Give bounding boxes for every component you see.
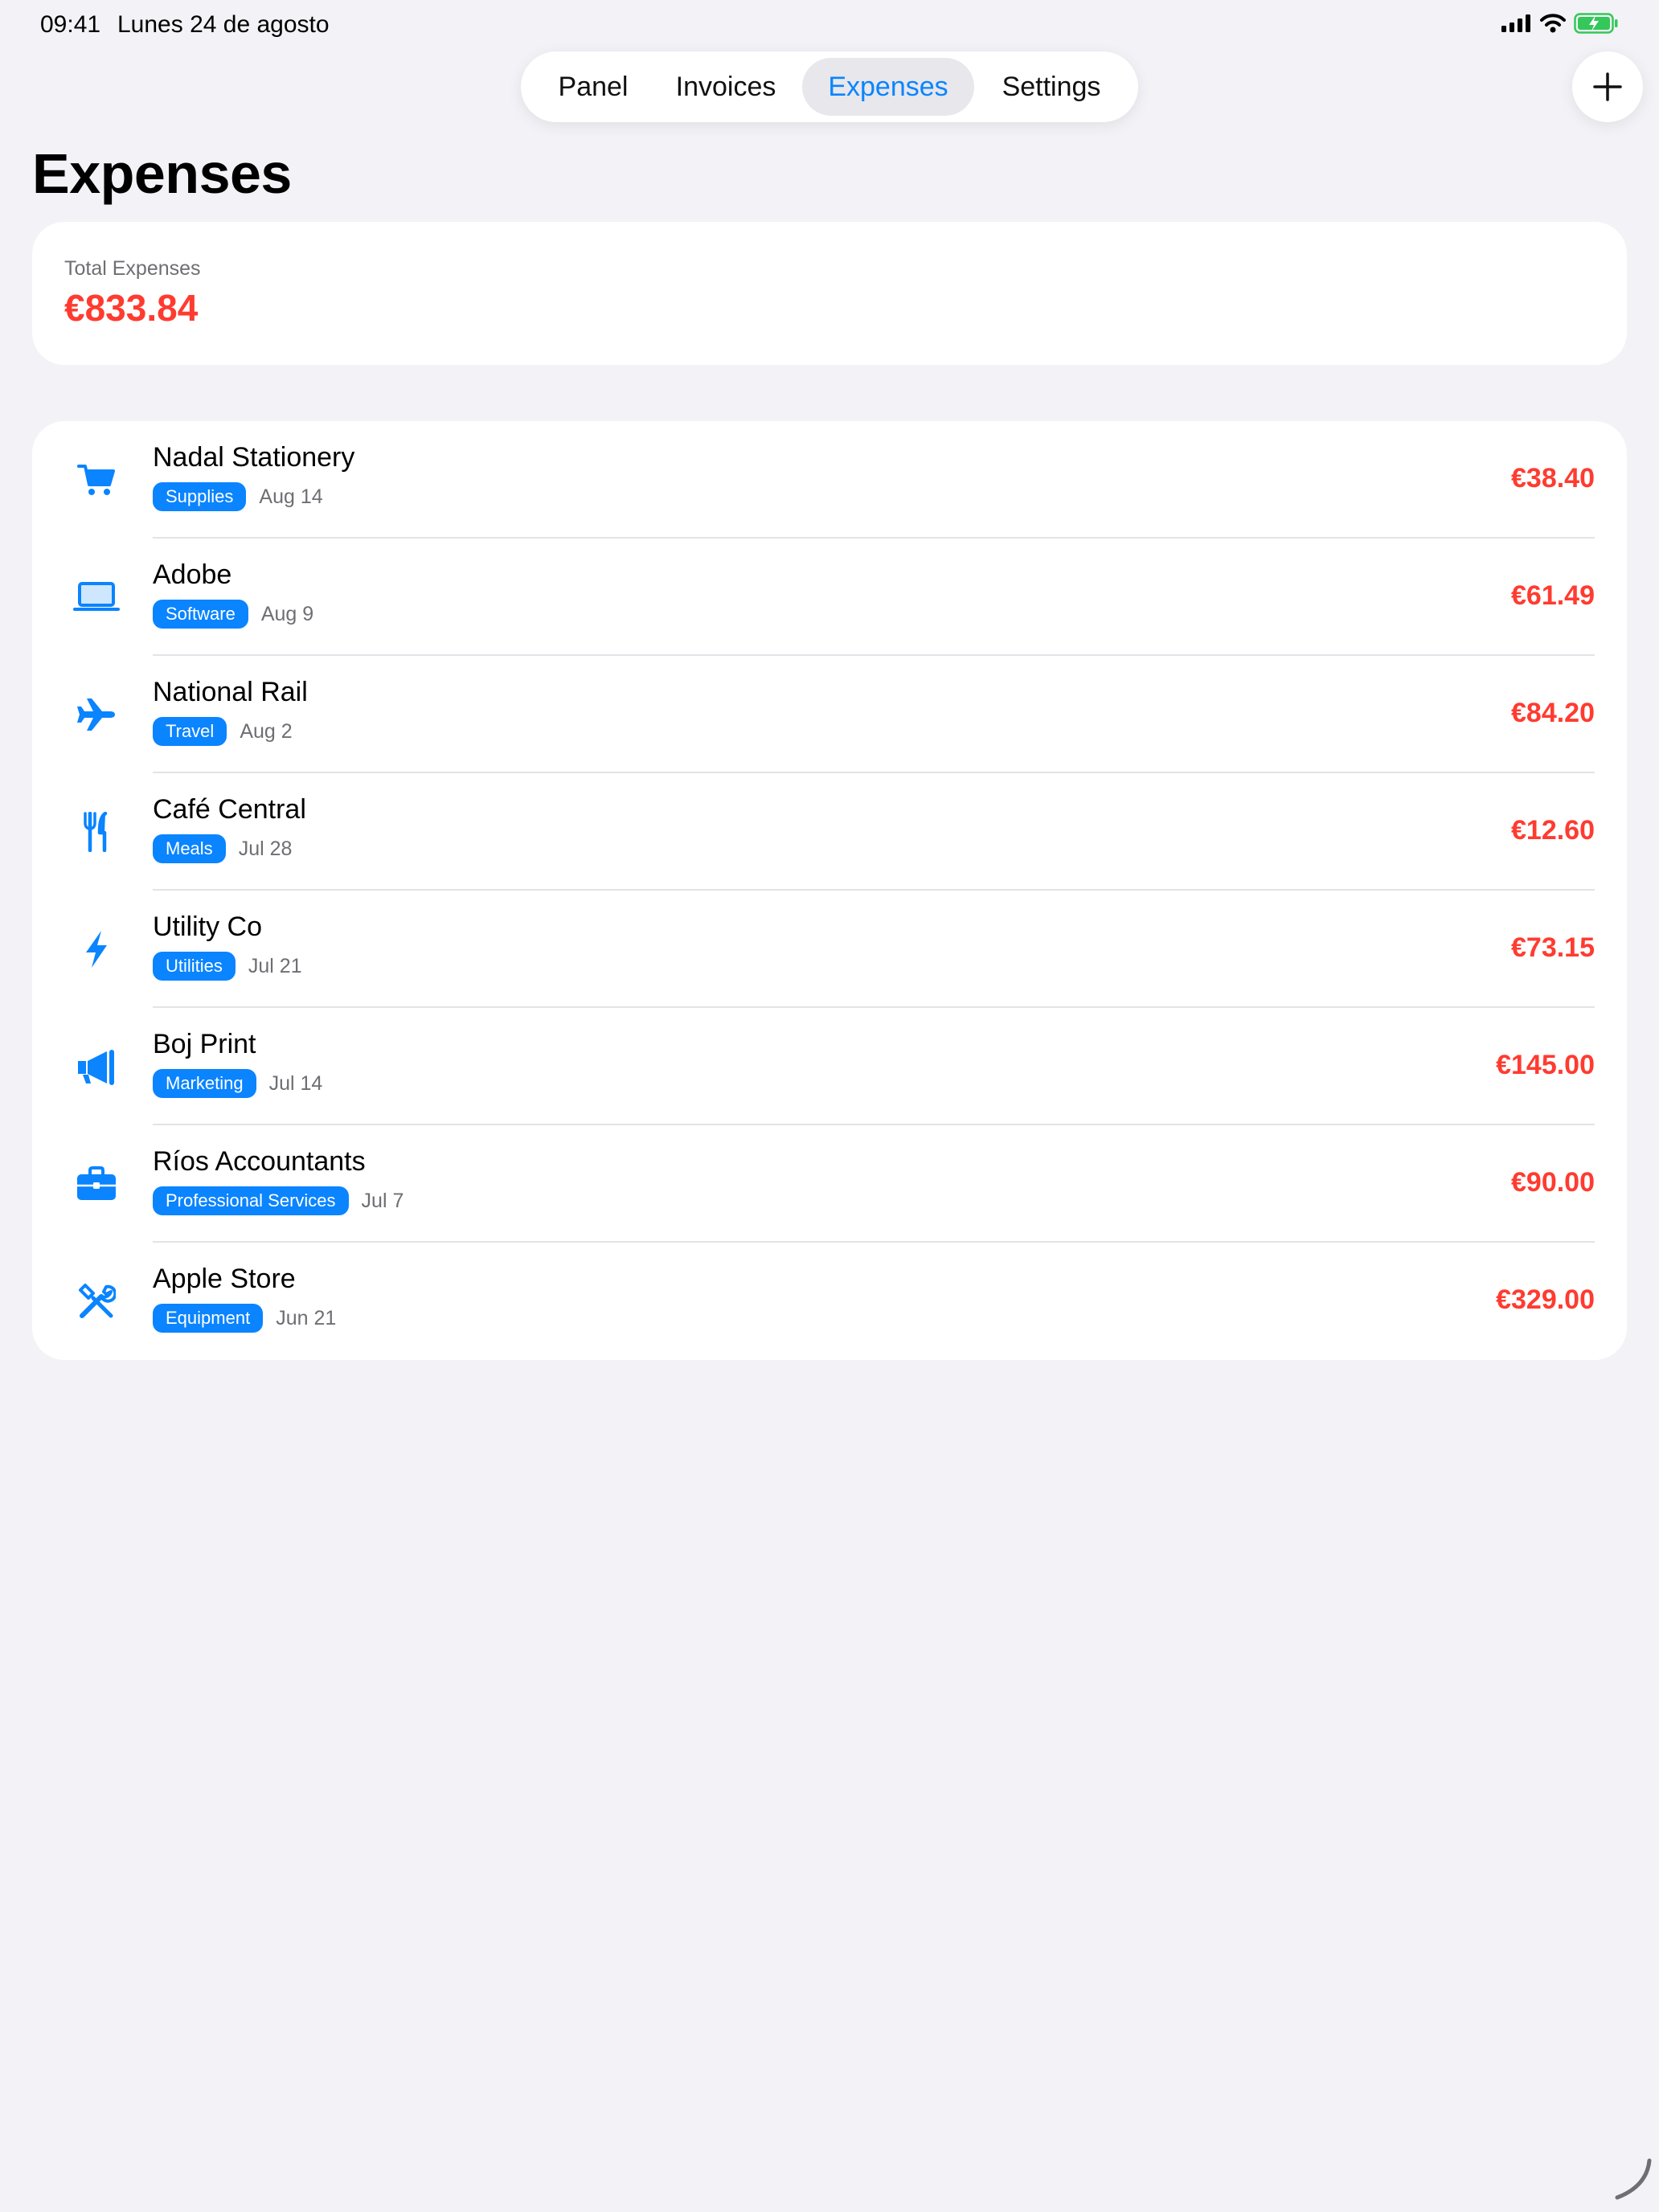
tools-icon: [72, 1277, 121, 1325]
expense-vendor: National Rail: [153, 677, 308, 707]
status-bar: 09:41 Lunes 24 de agosto: [0, 0, 1659, 51]
expense-amount: €12.60: [1511, 815, 1595, 846]
expense-amount: €90.00: [1511, 1167, 1595, 1198]
expense-row[interactable]: Nadal Stationery Supplies Aug 14 €38.40: [32, 421, 1627, 539]
expense-amount: €61.49: [1511, 580, 1595, 611]
expense-amount: €329.00: [1496, 1284, 1595, 1315]
expense-row[interactable]: National Rail Travel Aug 2 €84.20: [32, 656, 1627, 773]
category-badge: Marketing: [153, 1069, 256, 1098]
bolt-icon: [72, 925, 121, 973]
category-badge: Software: [153, 600, 248, 629]
status-time: 09:41: [40, 11, 101, 38]
expense-date: Jul 28: [238, 837, 293, 860]
expense-date: Jun 21: [276, 1306, 337, 1329]
expense-row[interactable]: Adobe Software Aug 9 €61.49: [32, 539, 1627, 656]
category-badge: Utilities: [153, 952, 236, 981]
tab-expenses[interactable]: Expenses: [802, 58, 974, 116]
expense-meta: Professional Services Jul 7: [153, 1186, 403, 1215]
status-date: Lunes 24 de agosto: [117, 11, 330, 38]
expense-row[interactable]: Boj Print Marketing Jul 14 €145.00: [32, 1008, 1627, 1125]
expense-row[interactable]: Café Central Meals Jul 28 €12.60: [32, 773, 1627, 891]
expense-amount: €73.15: [1511, 932, 1595, 963]
page-title: Expenses: [32, 142, 292, 205]
expense-date: Jul 7: [361, 1189, 404, 1212]
total-expenses-value: €833.84: [64, 287, 199, 329]
expense-meta: Meals Jul 28: [153, 834, 292, 863]
expense-date: Aug 9: [260, 602, 314, 625]
laptop-icon: [72, 573, 121, 621]
expense-meta: Software Aug 9: [153, 600, 313, 629]
expense-date: Aug 14: [259, 485, 323, 508]
resize-handle-icon: [1615, 2158, 1652, 2200]
expense-meta: Travel Aug 2: [153, 717, 293, 746]
expense-vendor: Nadal Stationery: [153, 442, 355, 473]
tab-invoices[interactable]: Invoices: [657, 58, 794, 116]
tab-settings[interactable]: Settings: [982, 58, 1120, 116]
expense-meta: Marketing Jul 14: [153, 1069, 322, 1098]
expense-vendor: Adobe: [153, 559, 232, 590]
category-badge: Equipment: [153, 1304, 264, 1333]
expense-vendor: Boj Print: [153, 1029, 256, 1059]
expense-vendor: Café Central: [153, 794, 306, 825]
expense-vendor: Apple Store: [153, 1264, 296, 1294]
total-expenses-card: Total Expenses €833.84: [32, 222, 1627, 365]
megaphone-icon: [72, 1043, 121, 1091]
fork-knife-icon: [72, 808, 121, 856]
add-expense-button[interactable]: [1572, 51, 1643, 122]
wifi-icon: [1540, 14, 1566, 33]
airplane-icon: [72, 690, 121, 739]
battery-charging-icon: [1574, 13, 1618, 34]
expense-vendor: Utility Co: [153, 911, 263, 942]
cart-icon: [72, 456, 121, 504]
category-badge: Professional Services: [153, 1186, 349, 1215]
status-icons: [1501, 13, 1619, 34]
total-expenses-label: Total Expenses: [64, 257, 201, 280]
tab-bar: Panel Invoices Expenses Settings: [521, 51, 1138, 122]
category-badge: Travel: [153, 717, 227, 746]
expense-row[interactable]: Ríos Accountants Professional Services J…: [32, 1125, 1627, 1243]
expense-meta: Utilities Jul 21: [153, 952, 302, 981]
expense-amount: €145.00: [1496, 1050, 1595, 1080]
category-badge: Meals: [153, 834, 226, 863]
expense-date: Jul 21: [248, 954, 302, 977]
category-badge: Supplies: [153, 482, 247, 511]
cellular-signal-icon: [1501, 14, 1530, 32]
expense-row[interactable]: Utility Co Utilities Jul 21 €73.15: [32, 891, 1627, 1008]
expense-list: Nadal Stationery Supplies Aug 14 €38.40 …: [32, 421, 1627, 1360]
expense-amount: €38.40: [1511, 463, 1595, 494]
expense-meta: Equipment Jun 21: [153, 1304, 336, 1333]
briefcase-icon: [72, 1160, 121, 1208]
expense-meta: Supplies Aug 14: [153, 482, 323, 511]
tab-panel[interactable]: Panel: [537, 58, 649, 116]
expense-vendor: Ríos Accountants: [153, 1146, 366, 1177]
expense-row[interactable]: Apple Store Equipment Jun 21 €329.00: [32, 1243, 1627, 1360]
expense-date: Jul 14: [268, 1071, 323, 1095]
plus-icon: [1593, 72, 1622, 101]
expense-date: Aug 2: [240, 719, 293, 743]
expense-amount: €84.20: [1511, 698, 1595, 728]
